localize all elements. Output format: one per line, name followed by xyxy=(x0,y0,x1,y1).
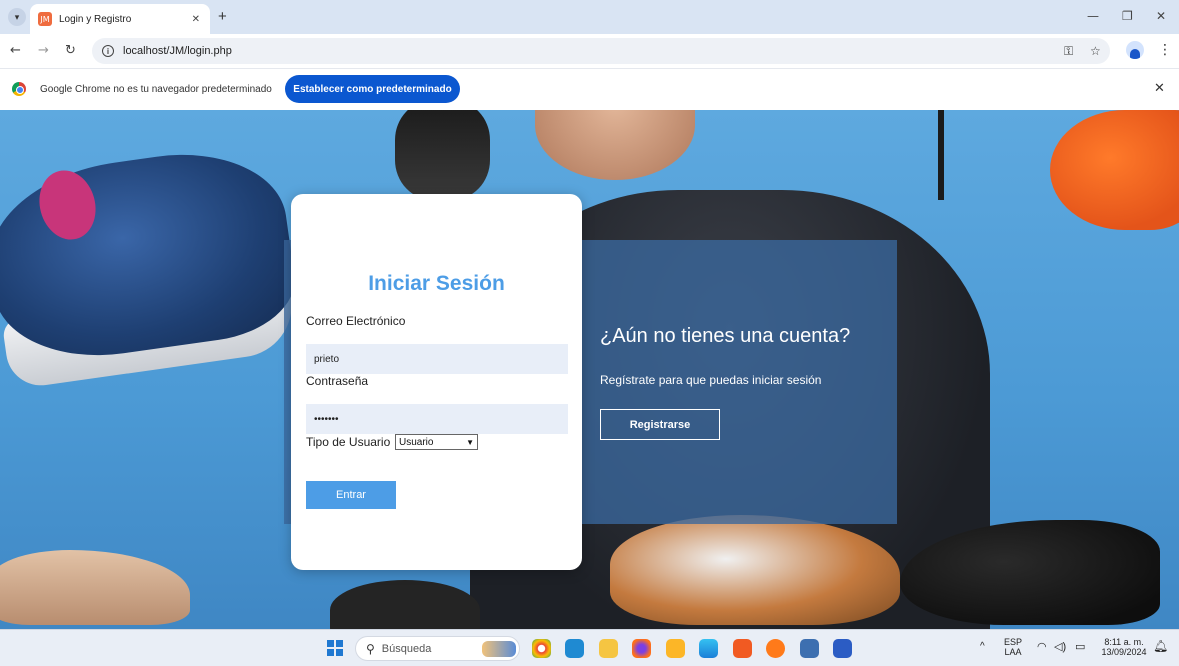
register-button[interactable]: Registrarse xyxy=(600,409,720,440)
url-text: localhost/JM/login.php xyxy=(123,45,232,57)
background-shoe-image xyxy=(395,110,490,200)
minimize-icon[interactable]: — xyxy=(1087,9,1099,23)
user-type-value: Usuario xyxy=(399,436,434,448)
workbench-app-icon[interactable] xyxy=(800,639,819,658)
address-bar-row: ← → ↻ i localhost/JM/login.php ⚿ ☆ xyxy=(0,34,1179,68)
password-key-icon[interactable]: ⚿ xyxy=(1064,44,1073,59)
chrome-app-icon[interactable] xyxy=(532,639,551,658)
file-explorer-icon[interactable] xyxy=(599,639,618,658)
infobar-message: Google Chrome no es tu navegador predete… xyxy=(40,84,272,95)
search-highlight-icon xyxy=(482,641,516,657)
browser-tab[interactable]: JM Login y Registro ✕ xyxy=(30,4,210,34)
default-browser-infobar: Google Chrome no es tu navegador predete… xyxy=(0,68,1179,110)
reload-icon[interactable]: ↻ xyxy=(65,43,76,58)
site-info-icon[interactable]: i xyxy=(102,45,114,57)
edge-app-icon[interactable] xyxy=(699,639,718,658)
firefox-app-icon[interactable] xyxy=(632,639,651,658)
wifi-icon[interactable]: ◠ xyxy=(1037,642,1047,653)
email-field[interactable] xyxy=(306,344,568,374)
login-title: Iniciar Sesión xyxy=(368,272,505,295)
close-window-icon[interactable]: ✕ xyxy=(1156,9,1166,23)
postman-app-icon[interactable] xyxy=(766,639,785,658)
restore-icon[interactable]: ❐ xyxy=(1122,9,1133,23)
favicon-icon: JM xyxy=(38,12,52,26)
background-face-image xyxy=(535,110,695,180)
word-app-icon[interactable] xyxy=(833,639,852,658)
set-default-button[interactable]: Establecer como predeterminado xyxy=(285,75,460,103)
email-label: Correo Electrónico xyxy=(306,314,406,328)
tray-chevron-icon[interactable]: ^ xyxy=(980,642,985,652)
bookmark-star-icon[interactable]: ☆ xyxy=(1090,44,1101,58)
language-indicator[interactable]: ESP LAA xyxy=(1004,637,1022,657)
clock-date: 13/09/2024 xyxy=(1101,647,1147,657)
vscode-app-icon[interactable] xyxy=(565,639,584,658)
battery-icon[interactable]: ▭ xyxy=(1075,642,1085,653)
tab-search-icon[interactable]: ▾ xyxy=(8,8,26,26)
forward-icon[interactable]: → xyxy=(38,43,49,58)
background-shoe-image xyxy=(330,580,480,629)
background-pole-image xyxy=(938,110,944,200)
browser-tab-bar: ▾ JM Login y Registro ✕ + — ❐ ✕ xyxy=(0,0,1179,34)
tab-title: Login y Registro xyxy=(59,13,132,25)
back-icon[interactable]: ← xyxy=(10,43,21,58)
windows-start-icon[interactable] xyxy=(327,640,343,656)
background-shoe-image xyxy=(1050,110,1179,230)
clock[interactable]: 8:11 a. m. 13/09/2024 xyxy=(1097,637,1151,657)
taskbar-search-text: Búsqueda xyxy=(381,642,432,655)
notification-bell-icon[interactable]: 🔔︎ xyxy=(1153,640,1168,652)
background-shoe-image xyxy=(0,550,190,625)
new-tab-button[interactable]: + xyxy=(218,8,227,25)
search-icon: ⚲ xyxy=(366,641,375,656)
user-type-label: Tipo de Usuario xyxy=(306,435,391,449)
signup-title: ¿Aún no tienes una cuenta? xyxy=(600,325,851,347)
profile-avatar-icon[interactable] xyxy=(1126,41,1144,59)
password-label: Contraseña xyxy=(306,374,369,388)
chevron-down-icon: ▼ xyxy=(466,437,474,447)
url-bar[interactable]: i localhost/JM/login.php xyxy=(92,38,1110,64)
volume-icon[interactable]: ◁) xyxy=(1054,642,1066,653)
app-icon[interactable] xyxy=(666,639,685,658)
taskbar-search[interactable]: ⚲ Búsqueda xyxy=(355,636,520,661)
chrome-logo-icon xyxy=(12,82,26,96)
language-layout: LAA xyxy=(1004,647,1022,657)
infobar-close-icon[interactable]: ✕ xyxy=(1154,80,1165,96)
signup-text: Regístrate para que puedas iniciar sesió… xyxy=(600,373,822,387)
windows-taskbar: ⚲ Búsqueda ^ ESP LAA ◠ ◁) ▭ 8:11 a. m. 1… xyxy=(0,629,1179,666)
chrome-menu-icon[interactable]: ⋮ xyxy=(1158,41,1172,58)
language-code: ESP xyxy=(1004,637,1023,647)
login-submit-button[interactable]: Entrar xyxy=(306,481,396,509)
clock-time: 8:11 a. m. xyxy=(1104,637,1144,647)
xampp-app-icon[interactable] xyxy=(733,639,752,658)
password-field[interactable] xyxy=(306,404,568,434)
user-type-select[interactable]: Usuario ▼ xyxy=(395,434,478,450)
tab-close-icon[interactable]: ✕ xyxy=(192,14,200,25)
